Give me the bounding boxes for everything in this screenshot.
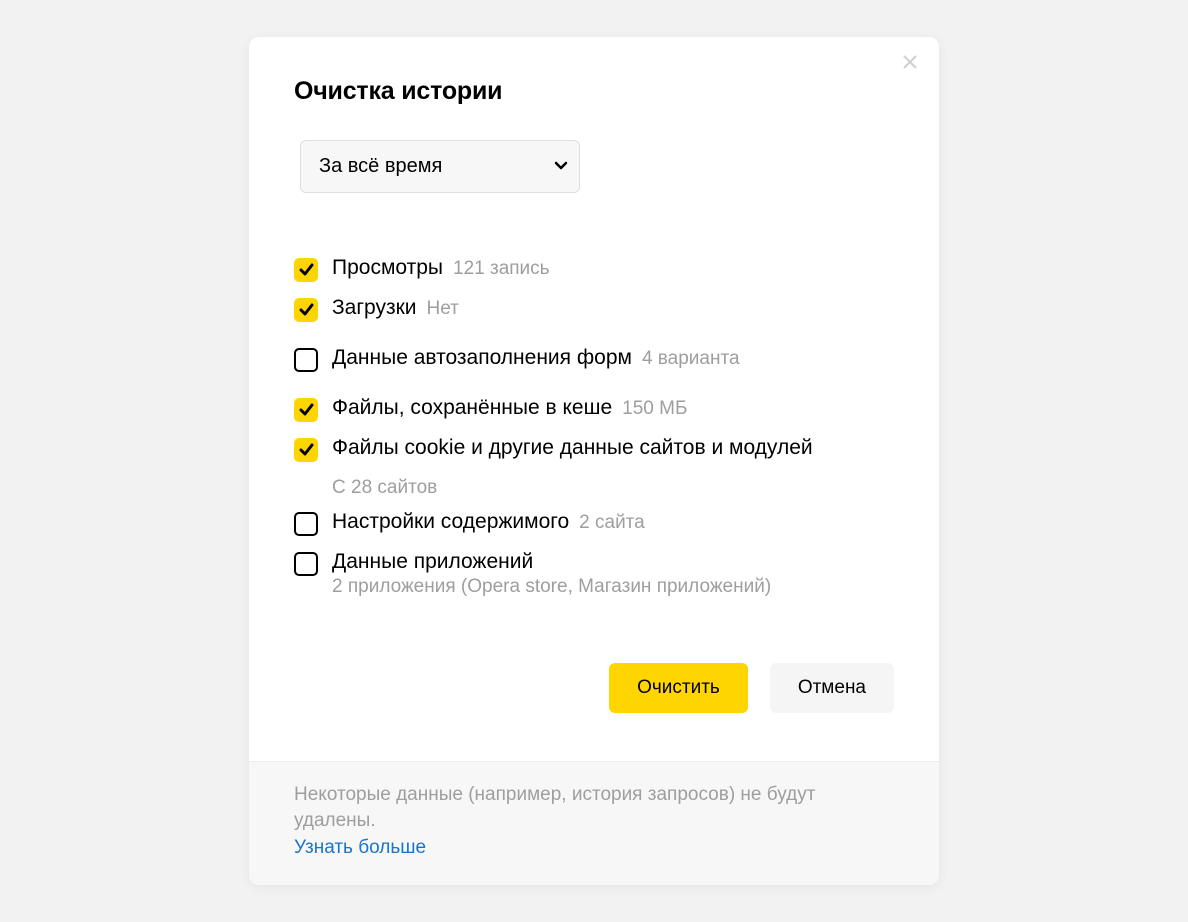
- highlight-group-1: Просмотры 121 запись Загрузки Нет: [286, 243, 902, 335]
- option-views: Просмотры 121 запись: [294, 249, 894, 289]
- option-sub: Нет: [427, 298, 459, 320]
- checkbox-views[interactable]: [294, 258, 318, 282]
- close-button[interactable]: [899, 51, 921, 73]
- time-range-value: За всё время: [319, 155, 442, 178]
- clear-history-dialog: Очистка истории За всё время: [249, 37, 939, 886]
- checkbox-content-settings[interactable]: [294, 512, 318, 536]
- option-content-settings: Настройки содержимого 2 сайта: [294, 503, 894, 543]
- dialog-actions: Очистить Отмена: [294, 655, 894, 721]
- checkbox-app-data[interactable]: [294, 552, 318, 576]
- options-list: Просмотры 121 запись Загрузки Нет: [294, 239, 894, 605]
- close-icon: [902, 54, 918, 70]
- chevron-down-icon: [554, 161, 568, 171]
- footer-message: Некоторые данные (например, история запр…: [294, 784, 815, 832]
- option-sub: 2 сайта: [579, 512, 645, 534]
- time-range-wrap: За всё время: [294, 134, 586, 199]
- option-sub: 150 МБ: [622, 398, 687, 420]
- option-sub: 4 варианта: [642, 348, 740, 370]
- time-range-select[interactable]: За всё время: [300, 140, 580, 193]
- option-label: Файлы, сохранённые в кеше: [332, 396, 612, 420]
- option-label: Загрузки: [332, 296, 417, 320]
- option-autofill: Данные автозаполнения форм 4 варианта: [294, 339, 894, 379]
- dialog-title: Очистка истории: [294, 77, 894, 106]
- checkbox-downloads[interactable]: [294, 298, 318, 322]
- option-cache: Файлы, сохранённые в кеше 150 МБ: [294, 389, 894, 429]
- dialog-footer: Некоторые данные (например, история запр…: [249, 761, 939, 886]
- checkbox-autofill[interactable]: [294, 348, 318, 372]
- highlight-group-2: Файлы, сохранённые в кеше 150 МБ Файлы c…: [286, 383, 902, 475]
- option-label: Данные приложений: [332, 550, 533, 574]
- option-label: Настройки содержимого: [332, 510, 569, 534]
- option-sub: 2 приложения (Opera store, Магазин прило…: [332, 576, 894, 598]
- option-sub: 121 запись: [453, 258, 550, 280]
- option-label: Данные автозаполнения форм: [332, 346, 632, 370]
- option-app-data: Данные приложений 2 приложения (Opera st…: [294, 543, 894, 605]
- option-cookies: Файлы cookie и другие данные сайтов и мо…: [294, 429, 894, 469]
- cookies-sub-indent: С 28 сайтов: [294, 477, 894, 499]
- learn-more-link[interactable]: Узнать больше: [294, 835, 426, 862]
- clear-button-highlight: Очистить: [601, 655, 756, 721]
- option-label: Просмотры: [332, 256, 443, 280]
- checkbox-cache[interactable]: [294, 398, 318, 422]
- option-label: Файлы cookie и другие данные сайтов и мо…: [332, 436, 813, 460]
- footer-text: Некоторые данные (например, история запр…: [294, 782, 894, 862]
- option-sub: С 28 сайтов: [332, 477, 437, 498]
- option-downloads: Загрузки Нет: [294, 289, 894, 329]
- dialog-body: Очистка истории За всё время: [249, 37, 939, 761]
- checkbox-cookies[interactable]: [294, 438, 318, 462]
- cancel-button[interactable]: Отмена: [770, 663, 894, 713]
- clear-button[interactable]: Очистить: [609, 663, 748, 713]
